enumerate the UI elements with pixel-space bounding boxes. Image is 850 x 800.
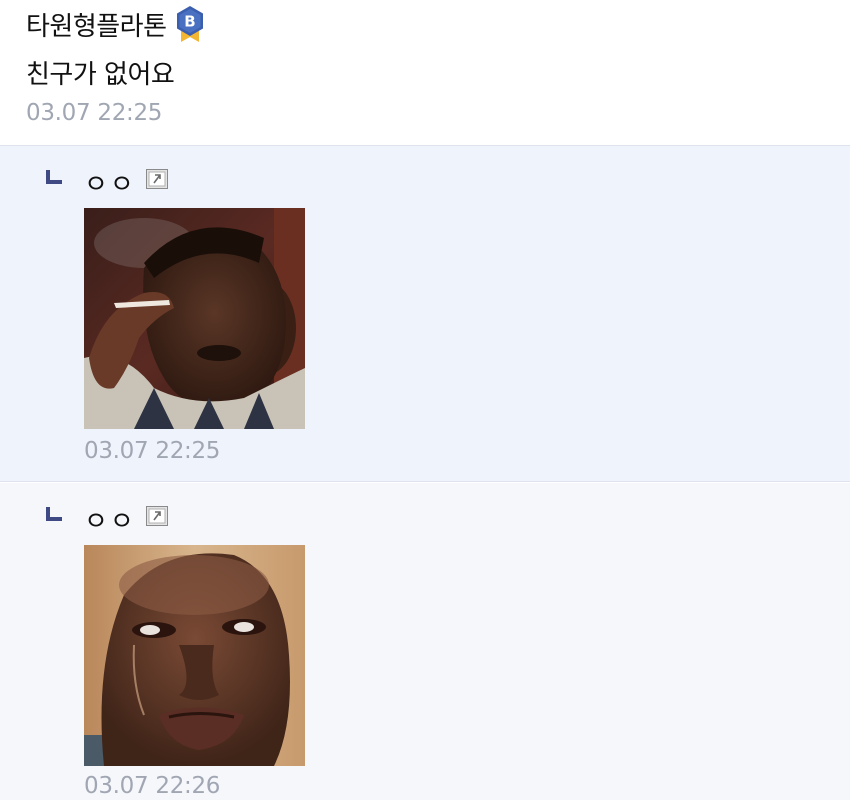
user-badge-icon: B [176,6,203,42]
comment-header: 타원형플라톤 B [26,4,205,44]
crying-smoking-man-image [84,208,305,429]
comment-timestamp: 03.07 22:25 [26,100,163,126]
reply-arrow-icon [46,170,62,184]
badge-letter: B [184,13,195,31]
comment-text: 친구가 없어요 [26,60,175,90]
reply-arrow-icon [46,507,62,521]
mobile-post-icon [145,505,168,526]
reply-author[interactable]: ㅇㅇ [84,164,136,201]
reply-author[interactable]: ㅇㅇ [84,501,136,538]
comment-author[interactable]: 타원형플라톤 [26,6,167,43]
reply-header: ㅇㅇ [84,164,168,201]
crying-man-closeup-image [84,545,305,766]
reply-timestamp: 03.07 22:25 [84,438,221,464]
reply-timestamp: 03.07 22:26 [84,773,221,799]
reply-header: ㅇㅇ [84,501,168,538]
reply-image[interactable] [84,208,305,429]
reply: ㅇㅇ [0,483,850,800]
reply-image[interactable] [84,545,305,766]
comment: 타원형플라톤 B 친구가 없어요 03.07 22:25 [0,0,850,146]
mobile-post-icon [145,168,168,189]
reply: ㅇㅇ [0,146,850,482]
